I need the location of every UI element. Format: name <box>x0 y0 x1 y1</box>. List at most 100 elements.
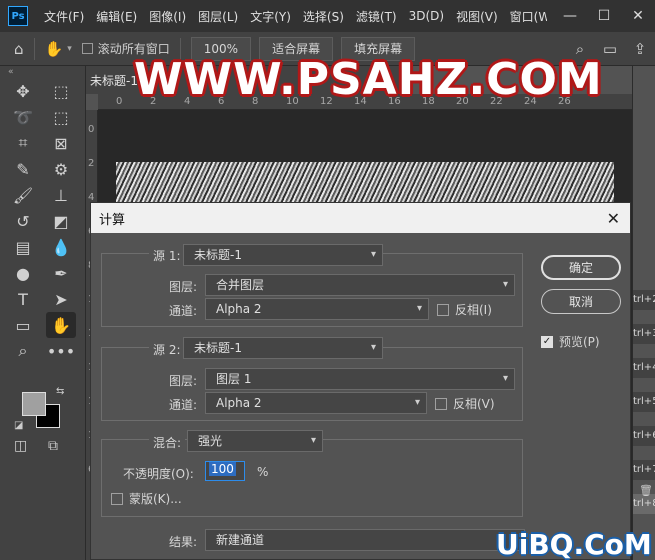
source2-select[interactable]: 未标题-1 ▾ <box>183 337 383 359</box>
chevron-down-icon: ▾ <box>502 373 508 384</box>
menu-layer[interactable]: 图层(L) <box>192 8 244 25</box>
object-select-tool-icon[interactable]: ⬚ <box>46 104 76 130</box>
chevron-down-icon: ▾ <box>370 249 376 260</box>
lasso-tool-icon[interactable]: ➰ <box>8 104 38 130</box>
menu-file[interactable]: 文件(F) <box>38 8 90 25</box>
dodge-tool-icon[interactable]: ● <box>8 260 38 286</box>
rectangle-tool-icon[interactable]: ▭ <box>8 312 38 338</box>
quick-mask-icon[interactable]: ◫ <box>14 438 27 454</box>
mask-checkbox[interactable]: 蒙版(K)... <box>111 490 182 507</box>
source2-channel-select[interactable]: Alpha 2 ▾ <box>205 392 427 414</box>
source1-select[interactable]: 未标题-1 ▾ <box>183 244 383 266</box>
default-colors-icon[interactable]: ◪ <box>14 420 23 431</box>
channel-shortcut-row[interactable]: trl+5 <box>633 392 655 412</box>
opacity-input[interactable]: 100 <box>205 461 245 481</box>
divider <box>33 37 35 60</box>
checkbox-box[interactable] <box>81 43 93 54</box>
marquee-tool-icon[interactable]: ⬚ <box>46 78 76 104</box>
frame-tool-icon[interactable]: ⊠ <box>46 130 76 156</box>
source2-layer-label: 图层: <box>169 374 198 388</box>
minimize-button[interactable]: — <box>553 8 587 24</box>
ok-button[interactable]: 确定 <box>541 255 621 280</box>
trash-icon[interactable]: 🗑 <box>639 484 653 497</box>
channel-shortcut-row[interactable]: trl+3 <box>633 324 655 344</box>
chevron-down-icon[interactable]: ▾ <box>67 44 72 54</box>
preview-checkbox[interactable]: ✓ 预览(P) <box>541 333 600 350</box>
close-icon[interactable]: ✕ <box>607 209 620 228</box>
chevron-down-icon: ▾ <box>416 303 422 314</box>
hand-tool-icon[interactable]: ✋ <box>46 312 76 338</box>
channel-shortcut-row[interactable]: trl+2 <box>633 290 655 310</box>
eraser-tool-icon[interactable]: ◩ <box>46 208 76 234</box>
blend-mode-value: 强光 <box>198 434 223 448</box>
window-controls: — ☐ ✕ <box>547 0 655 32</box>
result-select[interactable]: 新建通道 <box>205 529 525 551</box>
channel-shortcut-row[interactable]: trl+6 <box>633 426 655 446</box>
source1-channel-select[interactable]: Alpha 2 ▾ <box>205 298 429 320</box>
checkbox-box[interactable] <box>435 397 447 410</box>
menu-type[interactable]: 文字(Y) <box>244 8 297 25</box>
dialog-title: 计算 <box>99 212 126 228</box>
brush-tool-icon[interactable]: 🖌 <box>8 182 38 208</box>
dialog-title-bar: 计算 ✕ <box>91 203 630 233</box>
pen-tool-icon[interactable]: ✒ <box>46 260 76 286</box>
source1-layer-label: 图层: <box>169 280 198 294</box>
screen-mode-icon[interactable]: ⧉ <box>48 438 58 454</box>
result-value: 新建通道 <box>216 533 265 547</box>
type-tool-icon[interactable]: T <box>8 286 38 312</box>
menu-edit[interactable]: 编辑(E) <box>90 8 143 25</box>
stamp-tool-icon[interactable]: ⊥ <box>46 182 76 208</box>
share-icon[interactable]: ⇪ <box>625 40 655 58</box>
menu-view[interactable]: 视图(V) <box>450 8 504 25</box>
close-window-button[interactable]: ✕ <box>621 8 655 24</box>
swap-colors-icon[interactable]: ⇆ <box>56 386 64 397</box>
channel-shortcut-row[interactable]: trl+4 <box>633 358 655 378</box>
source1-layer-select[interactable]: 合并图层 ▾ <box>205 274 515 296</box>
chevron-down-icon: ▾ <box>414 397 420 408</box>
source2-invert-checkbox[interactable]: 反相(V) <box>435 395 495 412</box>
toolbox: « ✥ ⬚ ➰ ⬚ ⌗ ⊠ ✎ ⚙ 🖌 ⊥ ↺ ◩ ▤ 💧 ● ✒ T ➤ ▭ ✋ ⌕ ••• ⇆ ◪… <box>0 66 86 560</box>
source1-label: 源 1: <box>149 247 185 264</box>
path-select-tool-icon[interactable]: ➤ <box>46 286 76 312</box>
channel-shortcut-row[interactable]: trl+7 <box>633 460 655 480</box>
crop-tool-icon[interactable]: ⌗ <box>8 130 38 156</box>
menu-filter[interactable]: 滤镜(T) <box>350 8 403 25</box>
preview-label: 预览(P) <box>559 335 600 349</box>
cancel-button[interactable]: 取消 <box>541 289 621 314</box>
foreground-color-swatch[interactable] <box>22 392 46 416</box>
calculations-dialog: 计算 ✕ 源 1: 未标题-1 ▾ 图层: 合并图层 ▾ 通道: Alpha 2… <box>90 202 631 560</box>
more-tools-icon[interactable]: ••• <box>46 338 76 364</box>
source1-invert-checkbox[interactable]: 反相(I) <box>437 301 492 318</box>
blend-mode-select[interactable]: 强光 ▾ <box>187 430 323 452</box>
checkmark-icon[interactable]: ✓ <box>541 335 553 348</box>
source2-channel-value: Alpha 2 <box>216 396 262 410</box>
photoshop-logo[interactable]: Ps <box>8 6 28 26</box>
document-tab-title: 未标题-1 <box>90 73 138 88</box>
collapse-toolbox-icon[interactable]: « <box>0 66 85 78</box>
source1-channel-label: 通道: <box>169 304 198 318</box>
maximize-button[interactable]: ☐ <box>587 8 621 24</box>
gradient-tool-icon[interactable]: ▤ <box>8 234 38 260</box>
source2-invert-label: 反相(V) <box>453 397 495 411</box>
ruler-tick-label: 0 <box>88 124 95 135</box>
menu-select[interactable]: 选择(S) <box>297 8 350 25</box>
watermark-logo: WWW.PSAHZ.COM <box>134 54 603 105</box>
source2-label: 源 2: <box>149 341 185 358</box>
home-icon[interactable]: ⌂ <box>14 40 24 58</box>
channel-shortcut-row[interactable]: trl+8 <box>633 494 655 514</box>
blend-label: 混合: <box>149 434 186 451</box>
move-tool-icon[interactable]: ✥ <box>8 78 38 104</box>
source2-layer-select[interactable]: 图层 1 ▾ <box>205 368 515 390</box>
patch-tool-icon[interactable]: ⚙ <box>46 156 76 182</box>
hand-tool-icon[interactable]: ✋ <box>45 40 64 58</box>
zoom-tool-icon[interactable]: ⌕ <box>8 338 38 364</box>
checkbox-box[interactable] <box>111 492 123 505</box>
blur-tool-icon[interactable]: 💧 <box>46 234 76 260</box>
menu-bar: Ps 文件(F) 编辑(E) 图像(I) 图层(L) 文字(Y) 选择(S) 滤… <box>0 0 655 32</box>
checkbox-box[interactable] <box>437 303 449 316</box>
result-label: 结果: <box>169 535 198 549</box>
menu-image[interactable]: 图像(I) <box>143 8 192 25</box>
menu-3d[interactable]: 3D(D) <box>403 9 450 23</box>
history-brush-tool-icon[interactable]: ↺ <box>8 208 38 234</box>
eyedropper-tool-icon[interactable]: ✎ <box>8 156 38 182</box>
